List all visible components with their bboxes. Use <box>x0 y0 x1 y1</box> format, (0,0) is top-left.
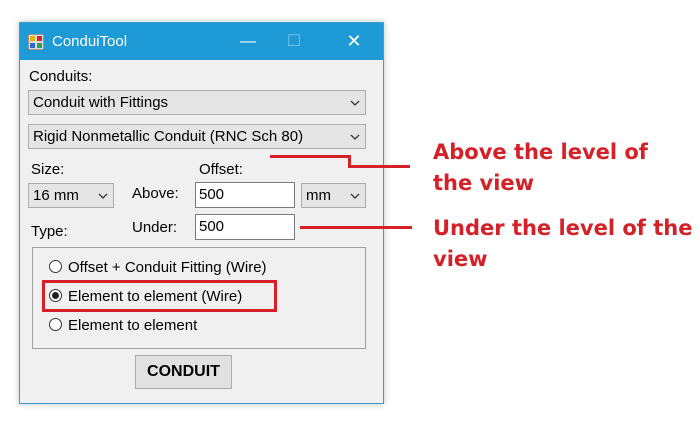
app-icon <box>28 34 44 50</box>
radio-label: Element to element <box>68 317 198 334</box>
above-label: Above: <box>132 185 179 202</box>
conduits-label: Conduits: <box>29 68 93 85</box>
size-value: 16 mm <box>33 187 79 204</box>
conduit-material-value: Rigid Nonmetallic Conduit (RNC Sch 80) <box>33 128 304 145</box>
minimize-button[interactable]: — <box>225 23 271 60</box>
annotation-line-above-h2 <box>348 165 410 168</box>
radio-element-to-element[interactable]: Element to element <box>49 317 197 335</box>
conduit-type-dropdown[interactable]: Conduit with Fittings <box>28 90 366 115</box>
size-dropdown[interactable]: 16 mm <box>28 183 114 208</box>
conduitool-window: ConduiTool — ☐ ✕ Conduits: Conduit with … <box>19 22 384 404</box>
under-label: Under: <box>132 219 178 236</box>
conduit-material-dropdown[interactable]: Rigid Nonmetallic Conduit (RNC Sch 80) <box>28 124 366 149</box>
title-bar[interactable]: ConduiTool — ☐ ✕ <box>20 23 383 60</box>
unit-dropdown[interactable]: mm <box>301 183 366 208</box>
annotation-above: Above the level of the view <box>433 140 648 195</box>
annotation-under: Under the level of the view <box>433 216 693 271</box>
conduit-button[interactable]: CONDUIT <box>135 355 232 389</box>
offset-label: Offset: <box>199 161 243 178</box>
radio-offset-conduit-fitting[interactable]: Offset + Conduit Fitting (Wire) <box>49 259 267 277</box>
annotation-line-under <box>300 226 412 229</box>
highlight-box <box>42 280 277 312</box>
annotation-line-above-h1 <box>270 155 350 158</box>
window-title: ConduiTool <box>52 33 128 50</box>
radio-button[interactable] <box>49 260 62 273</box>
chevron-down-icon <box>350 134 360 140</box>
size-label: Size: <box>31 161 65 178</box>
type-label: Type: <box>31 223 68 240</box>
chevron-down-icon <box>98 193 108 199</box>
under-offset-input[interactable]: 500 <box>195 214 295 240</box>
close-button[interactable]: ✕ <box>331 23 377 60</box>
unit-value: mm <box>306 187 331 204</box>
radio-button[interactable] <box>49 318 62 331</box>
chevron-down-icon <box>350 100 360 106</box>
maximize-button[interactable]: ☐ <box>271 23 317 60</box>
above-offset-input[interactable]: 500 <box>195 182 295 208</box>
radio-label: Offset + Conduit Fitting (Wire) <box>68 259 267 276</box>
chevron-down-icon <box>350 193 360 199</box>
conduit-type-value: Conduit with Fittings <box>33 94 169 111</box>
